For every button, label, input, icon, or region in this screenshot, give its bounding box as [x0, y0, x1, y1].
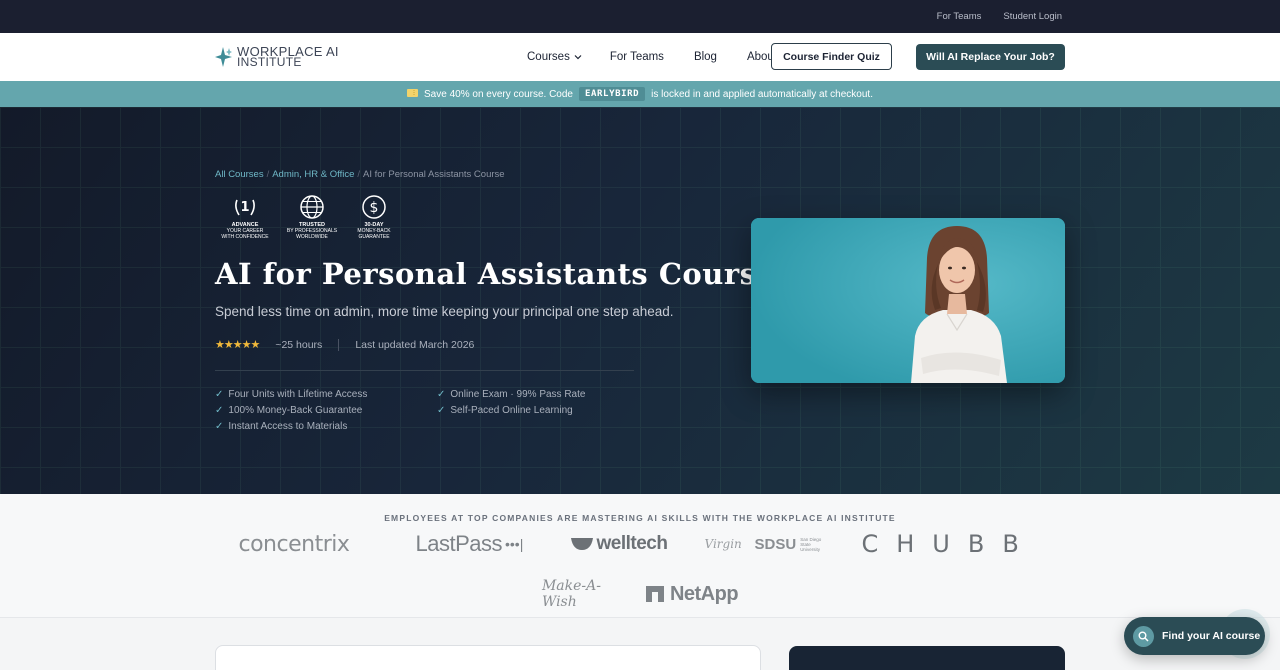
promo-text-after: is locked in and applied automatically a… [651, 88, 873, 100]
check-icon: ✓ [437, 405, 446, 416]
site-logo[interactable]: WORKPLACE AI INSTITUTE [215, 45, 339, 68]
logos-heading: EMPLOYEES AT TOP COMPANIES ARE MASTERING… [384, 513, 896, 523]
logo-row-1: concentrix LastPass •••| welltech Virgin… [0, 530, 1280, 558]
page-subtitle: Spend less time on admin, more time keep… [215, 304, 674, 319]
breadcrumb: All Courses / Admin, HR & Office / AI for Pe… [215, 169, 505, 180]
main-nav: WORKPLACE AI INSTITUTE Courses For Teams… [0, 33, 1280, 81]
badge-advance-career: 1 ADVANCE YOUR CAREER WITH CONFIDENCE [215, 194, 275, 240]
sparkle-logo-icon [215, 47, 232, 67]
hero-image [751, 218, 1065, 383]
check-icon: ✓ [215, 389, 224, 400]
badge-trusted: TRUSTED BY PROFESSIONALS WORLDWIDE [279, 194, 345, 240]
badge-money-back: $ 30-DAY MONEY-BACK GUARANTEE [347, 194, 401, 240]
feature-list: ✓ Four Units with Lifetime Access ✓ Online… [215, 388, 635, 433]
hero-divider [215, 370, 634, 371]
breadcrumb-all-courses[interactable]: All Courses [215, 169, 264, 180]
promo-text-before: Save 40% on every course. Code [424, 88, 573, 100]
hero-section: All Courses / Admin, HR & Office / AI for Pe… [0, 107, 1280, 494]
nav-links: Courses For Teams Blog About [527, 33, 807, 81]
promo-code: EARLYBIRD [579, 87, 646, 101]
meta-divider [338, 338, 340, 351]
laurel-number-one-icon: 1 [235, 199, 255, 216]
nav-blog-link[interactable]: Blog [694, 51, 717, 63]
check-icon: ✓ [215, 421, 224, 432]
course-hours: ~25 hours [275, 338, 323, 351]
page-title: AI for Personal Assistants Course [215, 257, 776, 291]
check-icon: ✓ [215, 405, 224, 416]
virgin-logo: Virgin [704, 537, 742, 551]
ai-replace-job-button[interactable]: Will AI Replace Your Job? [916, 44, 1065, 70]
ticket-icon [407, 88, 419, 100]
course-finder-quiz-button[interactable]: Course Finder Quiz [771, 43, 892, 70]
nav-courses-label: Courses [527, 51, 570, 63]
logo-row-2: Make-A-Wish NetApp [0, 578, 1280, 610]
nav-courses-dropdown[interactable]: Courses [527, 51, 582, 63]
chubb-logo: CHUBB [861, 530, 1037, 558]
finder-label: Find your AI course [1162, 630, 1261, 642]
topbar-student-login-link[interactable]: Student Login [1003, 11, 1062, 22]
search-icon [1133, 625, 1154, 647]
netapp-mark-icon [645, 586, 664, 602]
breadcrumb-admin-hr-office[interactable]: Admin, HR & Office [272, 169, 354, 180]
concentrix-logo: concentrix [238, 531, 350, 557]
trust-badges: 1 ADVANCE YOUR CAREER WITH CONFIDENCE TR… [215, 194, 401, 240]
globe-icon [300, 195, 324, 219]
topbar-for-teams-link[interactable]: For Teams [937, 11, 982, 22]
course-details-card [215, 645, 761, 670]
enroll-card [789, 646, 1065, 670]
course-content-section [0, 618, 1280, 670]
feature-item: ✓ Four Units with Lifetime Access [215, 389, 368, 400]
woman-portrait-illustration [751, 218, 1065, 383]
sdsu-logo: SDSU San Diego State University [754, 535, 822, 553]
welltech-logo: welltech [570, 533, 673, 555]
nav-for-teams-link[interactable]: For Teams [610, 51, 664, 63]
last-updated: Last updated March 2026 [355, 338, 475, 351]
top-bar: For Teams Student Login [0, 0, 1280, 33]
feature-item: ✓ 100% Money-Back Guarantee [215, 405, 363, 416]
find-ai-course-button[interactable]: Find your AI course [1124, 617, 1265, 655]
check-icon: ✓ [437, 389, 446, 400]
dollar-coin-icon: $ [362, 195, 386, 219]
feature-item: ✓ Instant Access to Materials [215, 421, 348, 432]
star-rating: ★★★★★ [215, 339, 260, 351]
client-logos-section: EMPLOYEES AT TOP COMPANIES ARE MASTERING… [0, 494, 1280, 618]
chevron-down-icon [574, 55, 582, 60]
lastpass-logo: LastPass •••| [415, 531, 524, 556]
make-a-wish-logo: Make-A-Wish [541, 578, 601, 610]
feature-item: ✓ Online Exam · 99% Pass Rate [437, 389, 586, 400]
welltech-mark-icon [570, 538, 593, 550]
feature-item: ✓ Self-Paced Online Learning [437, 405, 573, 416]
netapp-logo: NetApp [645, 583, 739, 606]
promo-banner: Save 40% on every course. Code EARLYBIRD… [0, 81, 1280, 107]
course-meta: ★★★★★ ~25 hours Last updated March 2026 [215, 338, 474, 351]
svg-text:$: $ [370, 200, 379, 216]
breadcrumb-current: AI for Personal Assistants Course [363, 169, 505, 180]
svg-text:1: 1 [240, 200, 249, 215]
